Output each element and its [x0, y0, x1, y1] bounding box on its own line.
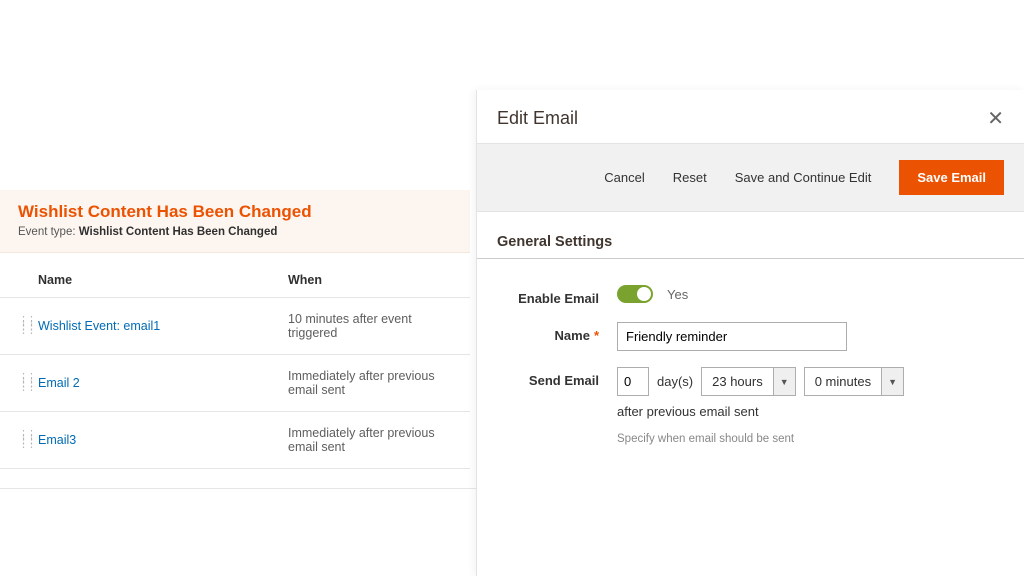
- email-when: Immediately after previous email sent: [288, 369, 452, 397]
- email-name-link[interactable]: Email 2: [38, 376, 80, 390]
- event-type-label: Event type:: [18, 226, 76, 238]
- email-name-link[interactable]: Email3: [38, 433, 76, 447]
- enable-email-row: Enable Email Yes: [477, 277, 1024, 314]
- enable-email-label: Enable Email: [497, 285, 617, 306]
- send-email-row: Send Email day(s) 23 hours ▼ 0 minutes ▼…: [477, 359, 1024, 453]
- modal-header: Edit Email ✕: [477, 90, 1024, 143]
- name-row: Name*: [477, 314, 1024, 359]
- close-icon[interactable]: ✕: [987, 109, 1004, 129]
- save-email-button[interactable]: Save Email: [899, 160, 1004, 195]
- table-row: ⋮⋮⋮⋮⋮⋮ Email 2 Immediately after previou…: [0, 355, 470, 412]
- hours-value: 23 hours: [702, 368, 773, 395]
- modal-title: Edit Email: [497, 108, 578, 129]
- chevron-down-icon: ▼: [773, 368, 795, 395]
- minutes-value: 0 minutes: [805, 368, 881, 395]
- name-label: Name*: [497, 322, 617, 343]
- col-header-when: When: [288, 273, 452, 287]
- enable-email-value: Yes: [667, 287, 688, 302]
- days-input[interactable]: [617, 367, 649, 396]
- email-when: 10 minutes after event triggered: [288, 312, 452, 340]
- save-continue-button[interactable]: Save and Continue Edit: [735, 170, 872, 185]
- send-email-label: Send Email: [497, 367, 617, 388]
- drag-handle-icon[interactable]: ⋮⋮⋮⋮⋮⋮: [18, 376, 38, 391]
- after-text: after previous email sent: [617, 404, 759, 419]
- drag-handle-icon[interactable]: ⋮⋮⋮⋮⋮⋮: [18, 433, 38, 448]
- table-header-row: Name When: [0, 263, 470, 298]
- email-name-link[interactable]: Wishlist Event: email1: [38, 319, 160, 333]
- email-when: Immediately after previous email sent: [288, 426, 452, 454]
- edit-email-panel: Edit Email ✕ Cancel Reset Save and Conti…: [476, 90, 1024, 576]
- enable-email-toggle[interactable]: [617, 285, 653, 303]
- event-type-value: Wishlist Content Has Been Changed: [79, 226, 278, 238]
- drag-handle-icon[interactable]: ⋮⋮⋮⋮⋮⋮: [18, 319, 38, 334]
- table-row: ⋮⋮⋮⋮⋮⋮ Email3 Immediately after previous…: [0, 412, 470, 469]
- section-subtitle: Event type: Wishlist Content Has Been Ch…: [18, 226, 452, 238]
- col-header-name: Name: [38, 273, 288, 287]
- emails-table: Name When ⋮⋮⋮⋮⋮⋮ Wishlist Event: email1 …: [0, 263, 470, 469]
- section-header: Wishlist Content Has Been Changed Event …: [0, 190, 470, 253]
- minutes-select[interactable]: 0 minutes ▼: [804, 367, 904, 396]
- emails-list-panel: Wishlist Content Has Been Changed Event …: [0, 190, 470, 469]
- days-unit: day(s): [657, 374, 693, 389]
- general-settings-heading: General Settings: [477, 212, 1024, 259]
- reset-button[interactable]: Reset: [673, 170, 707, 185]
- hours-select[interactable]: 23 hours ▼: [701, 367, 796, 396]
- name-input[interactable]: [617, 322, 847, 351]
- cancel-button[interactable]: Cancel: [604, 170, 644, 185]
- send-email-help: Specify when email should be sent: [617, 433, 1004, 445]
- section-title: Wishlist Content Has Been Changed: [18, 202, 452, 222]
- chevron-down-icon: ▼: [881, 368, 903, 395]
- action-bar: Cancel Reset Save and Continue Edit Save…: [477, 143, 1024, 212]
- table-row: ⋮⋮⋮⋮⋮⋮ Wishlist Event: email1 10 minutes…: [0, 298, 470, 355]
